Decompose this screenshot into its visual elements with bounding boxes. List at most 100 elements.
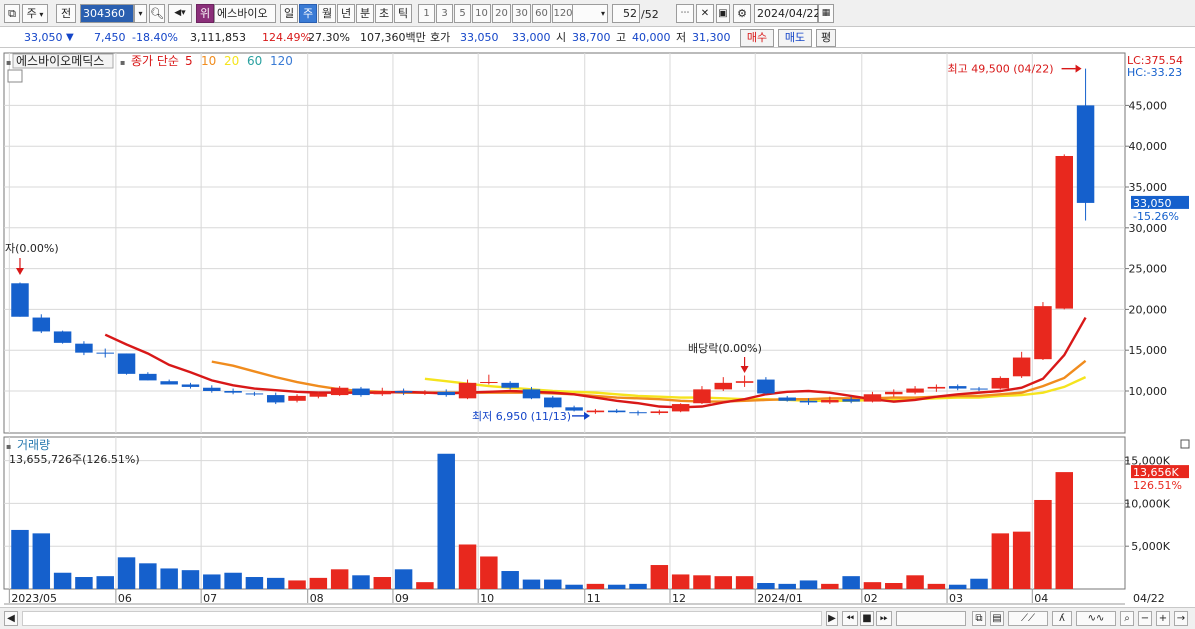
candle-body (799, 400, 818, 403)
sell-button[interactable]: 매도 (778, 29, 812, 47)
volume-bar (266, 577, 285, 589)
period-tab[interactable]: 분 (356, 4, 374, 23)
volume-bar (416, 582, 434, 589)
interval-tab[interactable]: 5 (454, 4, 471, 23)
volume-bar (245, 577, 264, 589)
code-dropdown-icon[interactable]: ▾ (134, 4, 147, 23)
price-tick-label: 35,000 (1129, 181, 1168, 194)
period-tab[interactable]: 초 (375, 4, 393, 23)
volume-bar (203, 574, 221, 589)
stop-icon[interactable]: ■ (860, 611, 874, 626)
interval-tab[interactable]: 10 (472, 4, 491, 23)
candle-body (330, 387, 349, 396)
indicator-icon[interactable]: ʎ (1052, 611, 1072, 626)
window-icon[interactable]: ⧉ (4, 4, 20, 23)
calendar-icon[interactable]: ▦ (818, 4, 834, 23)
candle-body (480, 382, 498, 384)
page-input[interactable]: 52 (612, 4, 640, 23)
volume-bar (352, 575, 370, 589)
low-price: 31,300 (692, 31, 731, 44)
interval-tab[interactable]: 3 (436, 4, 453, 23)
volume-tag-pct: 126.51% (1133, 479, 1182, 492)
volume-bar (842, 576, 860, 589)
link-icon[interactable]: ⋯ (676, 4, 694, 23)
prev-button[interactable]: 전 (56, 4, 76, 23)
volume-bar (373, 577, 392, 589)
scroll-left-icon[interactable]: ◀ (4, 611, 18, 626)
current-price: 33,050 (24, 31, 63, 44)
current-price-pct: -15.26% (1133, 210, 1179, 223)
buy-button[interactable]: 매수 (740, 29, 774, 47)
settings-icon[interactable]: ⚙ (733, 4, 751, 23)
candle-body (96, 352, 114, 354)
volume-bar (650, 565, 669, 589)
volume-bar (735, 576, 754, 589)
flat-button[interactable]: 평 (816, 29, 836, 47)
price-tick-label: 15,000 (1129, 344, 1168, 357)
candle-body (991, 377, 1010, 389)
period-tab[interactable]: 일 (280, 4, 298, 23)
interval-tab[interactable]: 60 (532, 4, 551, 23)
forward-icon[interactable]: ⏩︎ (876, 611, 892, 626)
volume-bar (1034, 499, 1052, 589)
rank-badge[interactable]: 위 (196, 4, 214, 23)
volume-bar (1012, 531, 1031, 589)
down-arrow-icon: ▼ (66, 32, 74, 43)
date-input[interactable]: 2024/04/22 (754, 4, 820, 23)
legend-bullet: ▪ (6, 442, 11, 451)
period-tab[interactable]: 년 (337, 4, 355, 23)
interval-tab[interactable]: 1 (418, 4, 435, 23)
rewind-icon[interactable]: ⏪︎ (842, 611, 858, 626)
interval-dropdown[interactable]: ▾ (572, 4, 608, 23)
volume-bar (32, 533, 51, 589)
candle-body (288, 395, 306, 401)
speaker-icon[interactable]: ◀▾ (168, 4, 192, 23)
candle-body (885, 391, 903, 395)
interval-tab[interactable]: 20 (492, 4, 511, 23)
volume-bar (544, 579, 562, 589)
grid-toggle-icon (7, 69, 23, 83)
market-select[interactable]: 주 ▾ (22, 4, 48, 23)
candle-body (203, 387, 221, 391)
crosshair-icon[interactable]: ✕ (696, 4, 714, 23)
interval-tab[interactable]: 30 (512, 4, 531, 23)
candle-body (458, 382, 477, 399)
save-icon[interactable]: ▣ (716, 4, 730, 23)
stock-label: 에스바이오메딕스 (16, 54, 104, 68)
interval-tab[interactable]: 120 (552, 4, 574, 23)
ma-period-label: 120 (270, 54, 293, 68)
expand-icon[interactable]: → (1174, 611, 1188, 626)
panel-close-icon (1180, 439, 1190, 449)
layout-icon[interactable]: ⧉ (972, 611, 986, 626)
volume-bar (629, 583, 647, 589)
drawing-tools-icon[interactable]: ⟋⟋ (1008, 611, 1048, 626)
market-label: 주 (26, 7, 37, 20)
candle-body (927, 386, 946, 389)
stock-chart[interactable]: 2023/05 06 07 08 09 10 11 12 2024/01 02 03 04 04/22 1… (0, 50, 1195, 606)
candle-body (32, 317, 51, 332)
candle-body (906, 388, 924, 393)
period-tab[interactable]: 주 (299, 4, 317, 23)
zoom-out-icon[interactable]: − (1138, 611, 1152, 626)
volume-bar (927, 583, 946, 589)
candle-body (394, 391, 413, 393)
volume-bar (160, 568, 178, 589)
volume-bar (181, 570, 200, 589)
zoom-in-icon[interactable]: + (1156, 611, 1170, 626)
x-tick-label: 12 (672, 592, 686, 605)
ask-label: 호가 (430, 31, 451, 44)
code-input[interactable]: 304360 (80, 4, 134, 23)
zoom-search-icon[interactable]: ⌕ (1120, 611, 1134, 626)
chart-type-icon[interactable]: ▤ (990, 611, 1004, 626)
volume-tick-label: 10,000K (1124, 497, 1170, 510)
horizontal-scrollbar[interactable] (22, 611, 822, 626)
period-tab[interactable]: 월 (318, 4, 336, 23)
scroll-right-icon[interactable]: ▶ (826, 611, 838, 626)
quote-bar: 33,050 ▼ 7,450 -18.40% 3,111,853 124.49%… (0, 28, 1195, 48)
period-tab[interactable]: 틱 (394, 4, 412, 23)
pattern-icon[interactable]: ∿∿ (1076, 611, 1116, 626)
volume-bar (117, 557, 136, 589)
search-icon[interactable]: 🔍︎ (149, 4, 165, 23)
candle-body (75, 343, 93, 353)
zoom-slider[interactable] (896, 611, 966, 626)
